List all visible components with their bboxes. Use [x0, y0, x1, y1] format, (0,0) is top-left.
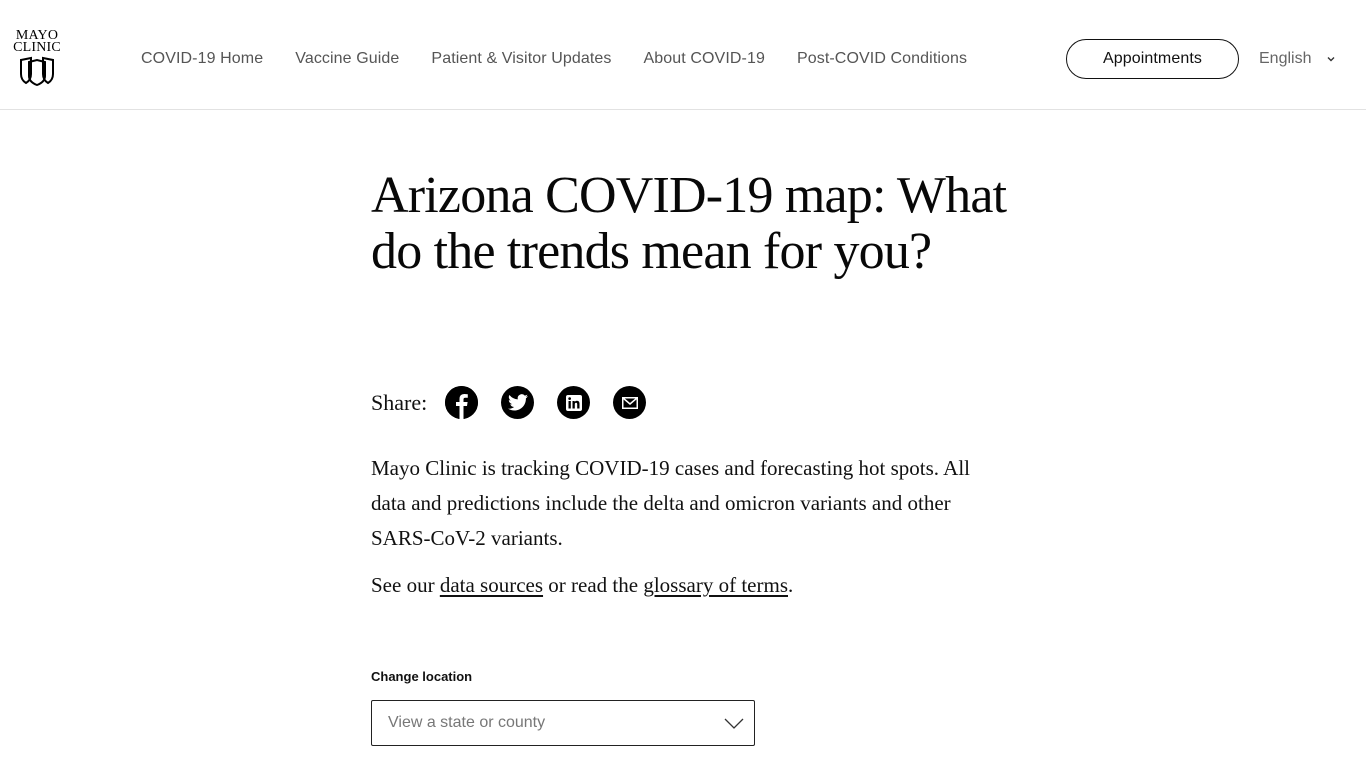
chevron-down-icon	[724, 715, 744, 736]
change-location-label: Change location	[371, 669, 473, 684]
share-bar: Share:	[371, 386, 669, 419]
intro-paragraph: Mayo Clinic is tracking COVID-19 cases a…	[371, 456, 970, 550]
data-sources-link[interactable]: data sources	[440, 573, 543, 597]
sources-middle: or read the	[543, 573, 644, 597]
logo-text-line2: CLINIC	[13, 40, 61, 55]
facebook-icon	[445, 386, 479, 419]
language-selector[interactable]: English	[1259, 49, 1337, 69]
nav-patient-visitor-updates[interactable]: Patient & Visitor Updates	[431, 49, 611, 69]
email-share-button[interactable]	[613, 386, 647, 419]
page-title: Arizona COVID-19 map: What do the trends…	[371, 167, 1007, 280]
main-nav: COVID-19 Home Vaccine Guide Patient & Vi…	[141, 49, 967, 69]
nav-covid-home[interactable]: COVID-19 Home	[141, 49, 263, 69]
twitter-share-button[interactable]	[501, 386, 535, 419]
shields-icon	[20, 56, 54, 86]
sources-prefix: See our	[371, 573, 440, 597]
nav-about-covid[interactable]: About COVID-19	[644, 49, 765, 69]
nav-post-covid-conditions[interactable]: Post-COVID Conditions	[797, 49, 967, 69]
twitter-icon	[507, 394, 528, 411]
linkedin-share-button[interactable]	[557, 386, 591, 419]
chevron-down-icon	[1325, 53, 1337, 65]
nav-vaccine-guide[interactable]: Vaccine Guide	[295, 49, 399, 69]
sources-suffix: .	[788, 573, 794, 597]
location-select-placeholder: View a state or county	[388, 714, 546, 731]
email-icon	[621, 396, 638, 409]
facebook-share-button[interactable]	[445, 386, 479, 419]
site-header: MAYO CLINIC COVID-19 Home Vaccine Guide …	[0, 0, 1366, 110]
sources-paragraph: See our data sources or read the glossar…	[371, 568, 991, 603]
language-label: English	[1259, 50, 1312, 67]
appointments-button[interactable]: Appointments	[1066, 39, 1239, 79]
location-select[interactable]: View a state or county	[371, 700, 755, 746]
share-label: Share:	[371, 389, 428, 415]
linkedin-icon	[565, 394, 582, 411]
glossary-link[interactable]: glossary of terms	[643, 573, 788, 597]
mayo-clinic-logo[interactable]: MAYO CLINIC	[10, 29, 64, 88]
